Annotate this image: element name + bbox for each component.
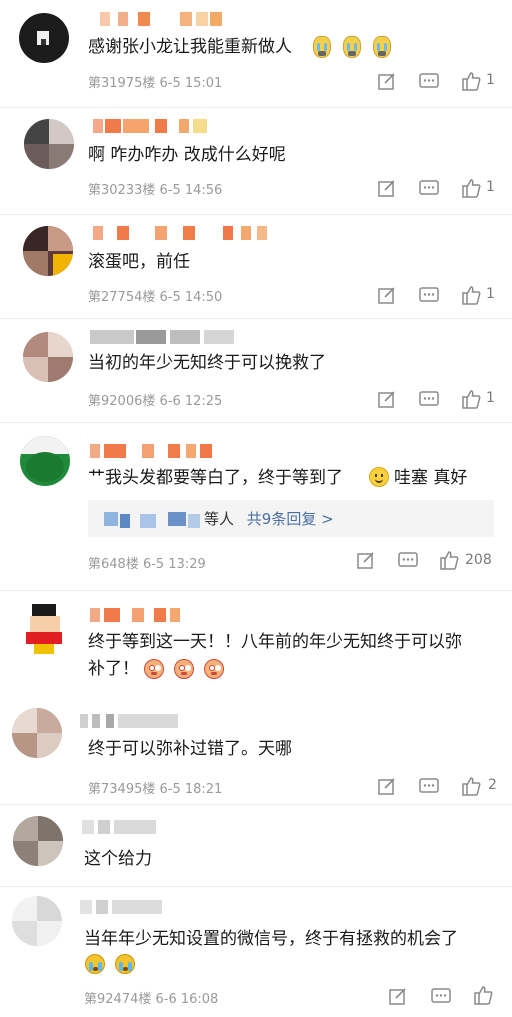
reply-summary[interactable]: 等人 共9条回复 > [88, 500, 494, 537]
reply-prefix: 等人 [204, 510, 235, 528]
comment-item: 当初的年少无知终于可以挽救了 第92006楼 6-6 12:25 1 [0, 318, 512, 423]
comment-text: 感谢张小龙让我能重新做人 [88, 37, 292, 57]
comment-icon[interactable] [418, 776, 440, 796]
emoji-group [84, 954, 136, 975]
reply-summary-text: 等人 共9条回复 > [204, 508, 334, 529]
avatar[interactable] [23, 226, 73, 276]
comment-icon[interactable] [430, 986, 452, 1006]
like-count: 1 [486, 72, 495, 88]
emoji-group [312, 36, 392, 59]
avatar[interactable] [20, 604, 70, 654]
view-replies-link[interactable]: 共9条回复 > [247, 510, 334, 528]
shocked-emoji-icon [204, 659, 225, 679]
comment-text-line2: 补了！ [88, 659, 139, 679]
avatar[interactable] [12, 708, 62, 758]
floor-timestamp: 第92474楼 6-6 16:08 [84, 992, 219, 1007]
like-count: 1 [486, 286, 495, 302]
username[interactable] [80, 900, 180, 916]
comment-item: 当年年少无知设置的微信号，终于有拯救的机会了 第92474楼 6-6 16:08 [0, 886, 512, 1017]
floor-timestamp: 第73495楼 6-5 18:21 [88, 782, 223, 797]
username[interactable] [93, 119, 218, 135]
thumbs-up-icon[interactable] [438, 549, 460, 571]
comment-text: 啊 咋办咋办 改成什么好呢 [88, 145, 286, 165]
thumbs-up-icon[interactable] [460, 70, 482, 92]
like-count: 1 [486, 179, 495, 195]
avatar[interactable] [20, 436, 70, 486]
comment-text: 当初的年少无知终于可以挽救了 [88, 353, 326, 373]
comment-text: 滚蛋吧，前任 [88, 252, 190, 272]
thumbs-up-icon[interactable] [460, 775, 482, 797]
thumbs-up-icon[interactable] [460, 284, 482, 306]
comment-text: 终于等到这一天！！八年前的年少无知终于可以弥 [88, 632, 462, 652]
comment-text-end: 哇塞 真好 [394, 468, 468, 488]
like-count: 2 [488, 777, 497, 793]
shocked-emoji-icon [174, 659, 195, 679]
comment-text: 艹我头发都要等白了，终于等到了 [88, 468, 343, 488]
thumbs-up-icon[interactable] [472, 984, 494, 1006]
smile-emoji-icon [369, 467, 389, 487]
thumbs-up-icon[interactable] [460, 388, 482, 410]
comment-item: 感谢张小龙让我能重新做人 第31975楼 6-5 15:01 1 [0, 0, 512, 108]
comment-text: 这个给力 [84, 849, 152, 869]
comment-icon[interactable] [418, 285, 440, 305]
comment-icon[interactable] [397, 550, 419, 570]
like-count: 208 [465, 552, 492, 568]
comment-item: 滚蛋吧，前任 第27754楼 6-5 14:50 1 [0, 214, 512, 319]
comment-icon[interactable] [418, 178, 440, 198]
username[interactable] [90, 608, 190, 624]
comment-item: 终于可以弥补过错了。天哪 第73495楼 6-5 18:21 2 [0, 696, 512, 805]
floor-timestamp: 第92006楼 6-6 12:25 [88, 394, 223, 409]
comment-item: 这个给力 [0, 804, 512, 887]
floor-timestamp: 第27754楼 6-5 14:50 [88, 290, 223, 305]
edit-icon[interactable] [377, 178, 397, 198]
floor-timestamp: 第648楼 6-5 13:29 [88, 557, 206, 572]
crying-emoji-icon [373, 36, 392, 58]
comment-icon[interactable] [418, 389, 440, 409]
edit-icon[interactable] [377, 389, 397, 409]
edit-icon[interactable] [377, 285, 397, 305]
crying-emoji-icon [313, 36, 331, 58]
emoji-group [143, 659, 225, 680]
edit-icon[interactable] [377, 776, 397, 796]
comment-text: 终于可以弥补过错了。天哪 [88, 739, 292, 759]
username[interactable] [80, 714, 200, 730]
edit-icon[interactable] [388, 986, 408, 1006]
avatar[interactable] [13, 816, 63, 866]
avatar[interactable] [12, 896, 62, 946]
username[interactable] [90, 444, 220, 460]
comment-text: 当年年少无知设置的微信号，终于有拯救的机会了 [84, 929, 458, 949]
avatar[interactable] [23, 332, 73, 382]
thumbs-up-icon[interactable] [460, 177, 482, 199]
floor-timestamp: 第31975楼 6-5 15:01 [88, 76, 223, 91]
shocked-emoji-icon [144, 659, 164, 679]
comment-item: 终于等到这一天！！八年前的年少无知终于可以弥 补了！ [0, 590, 512, 696]
floor-timestamp: 第30233楼 6-5 14:56 [88, 183, 223, 198]
crying-emoji-icon [115, 954, 136, 974]
like-count: 1 [486, 390, 495, 406]
username[interactable] [93, 226, 273, 242]
crying-emoji-icon [343, 36, 362, 58]
username[interactable] [90, 330, 240, 346]
comment-icon[interactable] [418, 71, 440, 91]
edit-icon[interactable] [377, 71, 397, 91]
comment-item: 啊 咋办咋办 改成什么好呢 第30233楼 6-5 14:56 1 [0, 107, 512, 215]
username[interactable] [100, 12, 225, 28]
edit-icon[interactable] [356, 550, 376, 570]
username[interactable] [82, 820, 182, 836]
avatar[interactable] [24, 119, 74, 169]
crying-emoji-icon [85, 954, 105, 974]
avatar[interactable] [19, 13, 69, 63]
